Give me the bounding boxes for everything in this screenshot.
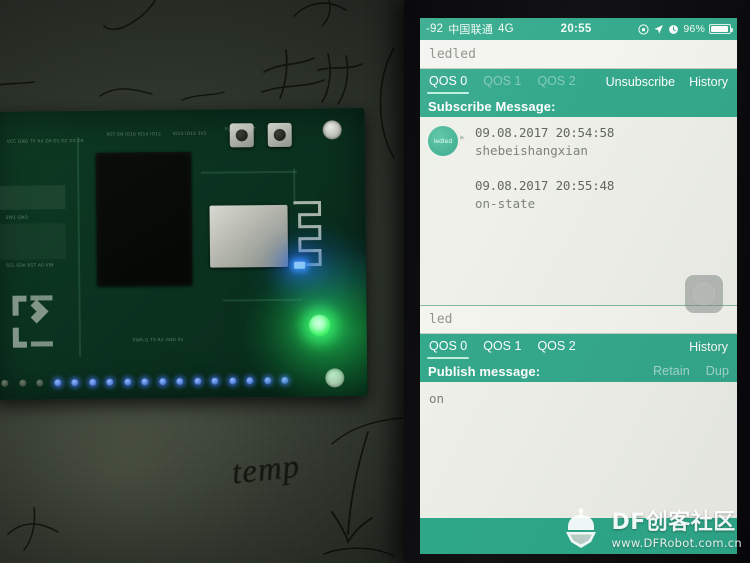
- publish-tab-qos1[interactable]: QOS 1: [483, 334, 521, 360]
- avatar-label: ledled: [433, 137, 453, 145]
- dfrobot-watermark: DF创客社区 www.DFRobot.com.cn: [558, 507, 742, 553]
- publish-tab-qos1-label: QOS 1: [483, 339, 522, 353]
- battery-percent: 96%: [683, 23, 705, 35]
- signal-strength-value: -92: [426, 23, 444, 35]
- ios-status-bar: -92 中国联通 4G 20:55 96%: [420, 18, 737, 40]
- battery-icon: [709, 24, 733, 34]
- subscribe-tab-qos0-label: QOS 0: [429, 74, 468, 88]
- esp8266-dev-board: VCC GND TX RX D0 D1 D2 D3 D4 RST EN IO16…: [0, 108, 368, 400]
- subscribe-tab-qos1[interactable]: QOS 1: [483, 69, 521, 95]
- publish-tab-qos2[interactable]: QOS 2: [537, 334, 575, 360]
- publish-tab-qos0-label: QOS 0: [429, 339, 468, 353]
- avatar: ledled: [428, 126, 458, 156]
- message-payload: on-state: [475, 196, 536, 211]
- subscribe-qos-tabs: QOS 0 QOS 1 QOS 2: [426, 69, 576, 95]
- publish-history-button[interactable]: History: [689, 340, 728, 354]
- watermark-url: www.DFRobot.com.cn: [611, 535, 742, 550]
- status-bar-clock: 20:55: [560, 23, 592, 35]
- message-payload: shebeishangxian: [475, 143, 588, 158]
- assistive-touch-button[interactable]: [685, 275, 723, 313]
- subscribe-message-list[interactable]: ledled ▸ 09.08.2017 20:54:58 shebeishang…: [420, 117, 737, 313]
- watermark-title: DF创客社区: [611, 510, 736, 536]
- publish-tab-qos0[interactable]: QOS 0: [426, 334, 470, 360]
- network-type: 4G: [498, 23, 514, 35]
- subscribe-tab-qos2[interactable]: QOS 2: [537, 69, 575, 95]
- phone-screen: -92 中国联通 4G 20:55 96% ledled QOS 0 QOS 1…: [420, 18, 737, 554]
- message-body: 09.08.2017 20:55:48 on-state: [467, 178, 614, 211]
- publish-tab-qos2-label: QOS 2: [537, 339, 576, 353]
- publish-flags: Retain Dup: [653, 364, 729, 378]
- publish-section-title: Publish message:: [428, 363, 541, 379]
- publish-section-header: Publish message: Retain Dup: [420, 360, 737, 382]
- publish-qos-bar: QOS 0 QOS 1 QOS 2 History: [420, 334, 737, 360]
- dup-toggle[interactable]: Dup: [706, 364, 729, 378]
- subscribe-topic-value: ledled: [429, 46, 476, 62]
- dfrobot-logo-icon: [558, 507, 604, 553]
- retain-toggle[interactable]: Retain: [653, 364, 690, 378]
- status-bar-right: 96%: [638, 23, 733, 35]
- list-item: ledled ▸ 09.08.2017 20:54:58 shebeishang…: [420, 117, 737, 158]
- publish-qos-tabs: QOS 0 QOS 1 QOS 2: [426, 334, 576, 360]
- location-arrow-icon: [653, 24, 664, 35]
- alarm-clock-icon: [668, 24, 679, 35]
- rotation-lock-icon: [638, 23, 649, 35]
- publish-topic-value: led: [429, 312, 453, 327]
- led-glow-overlay: [0, 108, 368, 400]
- message-timestamp: 09.08.2017 20:55:48: [475, 178, 615, 193]
- message-body: 09.08.2017 20:54:58 shebeishangxian: [467, 125, 614, 158]
- subscribe-section-title: Subscribe Message:: [428, 98, 556, 114]
- subscribe-qos-bar: QOS 0 QOS 1 QOS 2 Unsubscribe History: [420, 69, 737, 95]
- subscribe-topic-input[interactable]: ledled: [420, 40, 737, 69]
- smartphone-device: -92 中国联通 4G 20:55 96% ledled QOS 0 QOS 1…: [404, 0, 750, 563]
- status-bar-left: -92 中国联通 4G: [426, 21, 514, 37]
- watermark-texts: DF创客社区 www.DFRobot.com.cn: [611, 511, 742, 548]
- subscribe-tab-qos0[interactable]: QOS 0: [426, 69, 470, 95]
- chevron-right-icon: ▸: [460, 132, 465, 142]
- unsubscribe-button[interactable]: Unsubscribe: [606, 75, 675, 89]
- message-timestamp: 09.08.2017 20:54:58: [475, 125, 615, 140]
- carrier-name: 中国联通: [448, 23, 494, 36]
- subscribe-tab-qos1-label: QOS 1: [483, 74, 522, 88]
- photo-scene: temp: [0, 0, 750, 563]
- subscribe-tab-qos2-label: QOS 2: [537, 74, 576, 88]
- publish-actions: History: [689, 340, 728, 354]
- list-item: 09.08.2017 20:55:48 on-state: [420, 158, 737, 211]
- subscribe-actions: Unsubscribe History: [606, 75, 728, 89]
- subscribe-history-button[interactable]: History: [689, 75, 728, 89]
- publish-message-value: on: [429, 391, 445, 406]
- subscribe-section-header: Subscribe Message:: [420, 95, 737, 117]
